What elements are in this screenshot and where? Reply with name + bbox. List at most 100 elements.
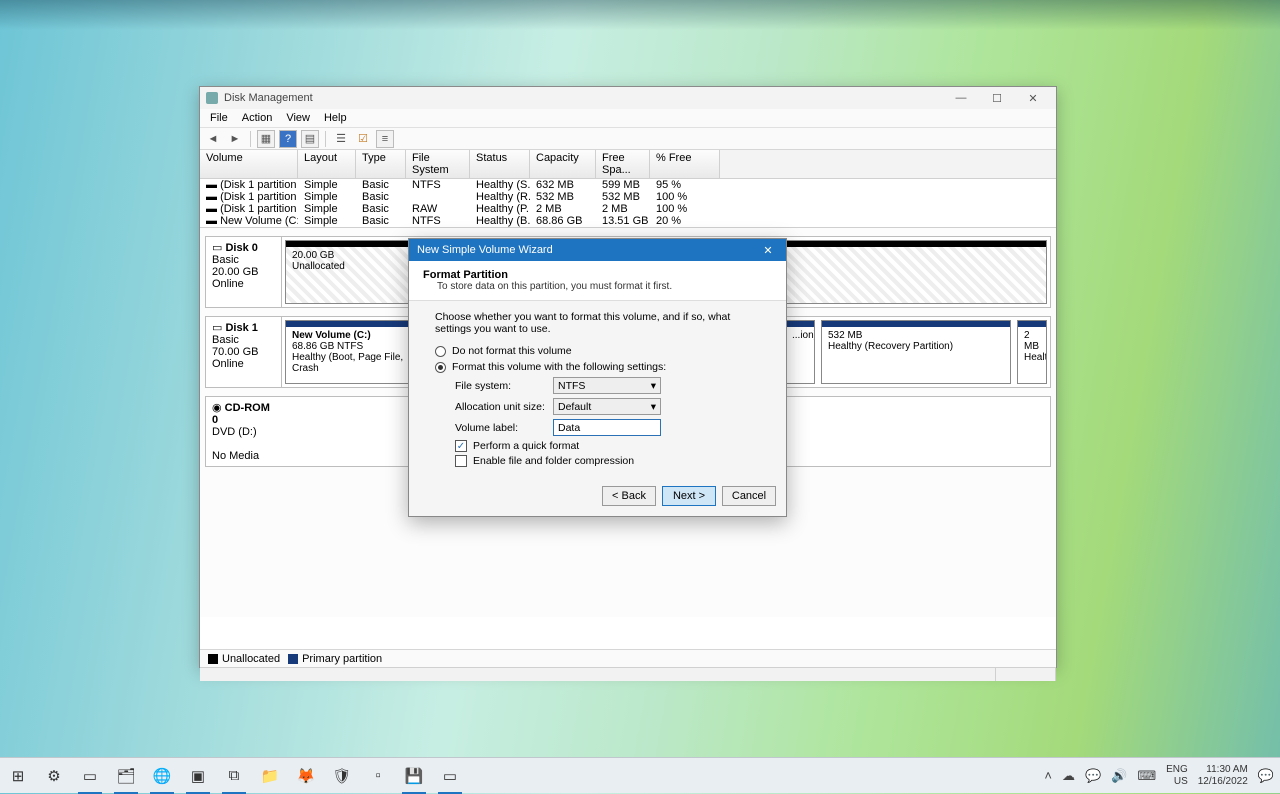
menu-action[interactable]: Action — [236, 110, 279, 126]
app-icon[interactable]: ▫ — [360, 758, 396, 794]
action-icon[interactable]: ☰ — [332, 130, 350, 148]
language-indicator[interactable]: ENG US — [1166, 764, 1188, 788]
volume-row[interactable]: ▬ (Disk 1 partition 4) Simple Basic RAW … — [200, 203, 1056, 215]
part-label: Unallocated — [292, 261, 345, 272]
disk1-partition-c[interactable]: New Volume (C:) 68.86 GB NTFS Healthy (B… — [285, 320, 413, 384]
disk1-partition-hidden[interactable]: ...ion) — [785, 320, 815, 384]
forward-icon[interactable]: ► — [226, 130, 244, 148]
select-filesystem[interactable]: NTFS ▾ — [553, 377, 661, 394]
checkbox-compression[interactable]: Enable file and folder compression — [455, 455, 760, 467]
col-layout[interactable]: Layout — [298, 150, 356, 178]
col-volume[interactable]: Volume — [200, 150, 298, 178]
maximize-button[interactable]: ☐ — [980, 88, 1014, 108]
new-simple-volume-wizard: New Simple Volume Wizard ✕ Format Partit… — [408, 238, 787, 517]
chevron-down-icon: ▾ — [651, 401, 656, 413]
terminal-icon[interactable]: ▣ — [180, 758, 216, 794]
volume-row[interactable]: ▬ (Disk 1 partition 2) Simple Basic NTFS… — [200, 179, 1056, 191]
dialog-close-icon[interactable]: ✕ — [758, 244, 778, 257]
volume-row[interactable]: ▬ New Volume (C:) Simple Basic NTFS Heal… — [200, 215, 1056, 227]
part-info: 68.86 GB NTFS — [292, 341, 363, 352]
col-capacity[interactable]: Capacity — [530, 150, 596, 178]
part-size: 20.00 GB — [292, 250, 334, 261]
disk-sub: DVD (D:) — [212, 426, 257, 438]
volume-list[interactable]: Volume Layout Type File System Status Ca… — [200, 150, 1056, 227]
part-info: ...ion) — [792, 330, 815, 341]
dialog-titlebar[interactable]: New Simple Volume Wizard ✕ — [409, 239, 786, 261]
col-filesystem[interactable]: File System — [406, 150, 470, 178]
back-icon[interactable]: ◄ — [204, 130, 222, 148]
radio-label: Do not format this volume — [452, 345, 572, 357]
menu-help[interactable]: Help — [318, 110, 353, 126]
cell: New Volume (C:) — [220, 215, 298, 227]
titlebar[interactable]: Disk Management — ☐ ✕ — [200, 87, 1056, 109]
clock[interactable]: 11:30 AM 12/16/2022 — [1198, 764, 1248, 788]
vscode-icon[interactable]: ⧉ — [216, 758, 252, 794]
column-headers[interactable]: Volume Layout Type File System Status Ca… — [200, 150, 1056, 179]
select-value: Default — [558, 401, 591, 413]
minimize-button[interactable]: — — [944, 88, 978, 108]
checkbox-quick-format[interactable]: ✓ Perform a quick format — [455, 440, 760, 452]
col-pctfree[interactable]: % Free — [650, 150, 720, 178]
col-status[interactable]: Status — [470, 150, 530, 178]
check-icon[interactable]: ☑ — [354, 130, 372, 148]
cell: Simple — [298, 191, 356, 203]
disk1-partition-recovery[interactable]: 532 MB Healthy (Recovery Partition) — [821, 320, 1011, 384]
toolbar-separator — [250, 131, 251, 147]
checkbox-icon: ✓ — [455, 440, 467, 452]
start-icon[interactable]: ⊞ — [0, 758, 36, 794]
radio-label: Format this volume with the following se… — [452, 361, 666, 373]
security-icon[interactable]: 🛡 — [324, 758, 360, 794]
legend-unalloc-label: Unallocated — [222, 653, 280, 665]
part-size: 2 MB — [1024, 330, 1039, 352]
label-volume-label: Volume label: — [455, 422, 553, 434]
dialog-title: New Simple Volume Wizard — [417, 244, 553, 256]
keyboard-icon[interactable]: ⌨ — [1137, 768, 1156, 784]
app-icon — [206, 92, 218, 104]
dialog-body: Choose whether you want to format this v… — [409, 301, 786, 480]
cell: Simple — [298, 179, 356, 191]
chevron-up-icon[interactable]: ˄ — [1044, 768, 1052, 783]
col-freespace[interactable]: Free Spa... — [596, 150, 650, 178]
folder-icon[interactable]: 📁 — [252, 758, 288, 794]
edge-icon[interactable]: 🌐 — [144, 758, 180, 794]
menu-file[interactable]: File — [204, 110, 234, 126]
legend: Unallocated Primary partition — [200, 649, 1056, 667]
diskmgmt-taskbar-icon[interactable]: 💾 — [396, 758, 432, 794]
volume-icon[interactable]: 🔊 — [1111, 768, 1127, 784]
chat-icon[interactable]: 💬 — [1085, 768, 1101, 784]
settings-icon[interactable]: ⚙ — [36, 758, 72, 794]
cdrom-label: ◉ CD-ROM 0 DVD (D:) No Media — [206, 397, 282, 466]
onedrive-icon[interactable]: ☁ — [1062, 768, 1075, 784]
taskbar[interactable]: ⊞ ⚙ ▭ 🗂 🌐 ▣ ⧉ 📁 🦊 🛡 ▫ 💾 ▭ ˄ ☁ 💬 🔊 ⌨ ENG … — [0, 757, 1280, 793]
next-button[interactable]: Next > — [662, 486, 716, 506]
wizard-taskbar-icon[interactable]: ▭ — [432, 758, 468, 794]
cancel-button[interactable]: Cancel — [722, 486, 776, 506]
radio-no-format[interactable]: Do not format this volume — [435, 345, 760, 357]
cell: 13.51 GB — [596, 215, 650, 227]
notifications-icon[interactable]: 💬 — [1258, 768, 1274, 784]
checkbox-label: Perform a quick format — [473, 440, 579, 452]
list-icon[interactable]: ≡ — [376, 130, 394, 148]
dialog-prompt: Choose whether you want to format this v… — [435, 311, 760, 335]
cell: Basic — [356, 191, 406, 203]
clock-time: 11:30 AM — [1198, 764, 1248, 776]
refresh-icon[interactable]: ▦ — [257, 130, 275, 148]
disk1-partition-tiny[interactable]: 2 MB Healt — [1017, 320, 1047, 384]
taskview-icon[interactable]: ▭ — [72, 758, 108, 794]
disk-state: Online — [212, 358, 244, 370]
system-tray[interactable]: ˄ ☁ 💬 🔊 ⌨ ENG US 11:30 AM 12/16/2022 💬 — [1044, 764, 1280, 788]
radio-format[interactable]: Format this volume with the following se… — [435, 361, 760, 373]
close-button[interactable]: ✕ — [1016, 88, 1050, 108]
explorer-icon[interactable]: 🗂 — [108, 758, 144, 794]
cell — [406, 191, 470, 203]
menu-view[interactable]: View — [280, 110, 316, 126]
select-allocation-unit[interactable]: Default ▾ — [553, 398, 661, 415]
firefox-icon[interactable]: 🦊 — [288, 758, 324, 794]
volume-row[interactable]: ▬ (Disk 1 partition 3) Simple Basic Heal… — [200, 191, 1056, 203]
input-volume-label[interactable] — [553, 419, 661, 436]
help-icon[interactable]: ? — [279, 130, 297, 148]
col-type[interactable]: Type — [356, 150, 406, 178]
back-button[interactable]: < Back — [602, 486, 656, 506]
cell: NTFS — [406, 179, 470, 191]
properties-icon[interactable]: ▤ — [301, 130, 319, 148]
